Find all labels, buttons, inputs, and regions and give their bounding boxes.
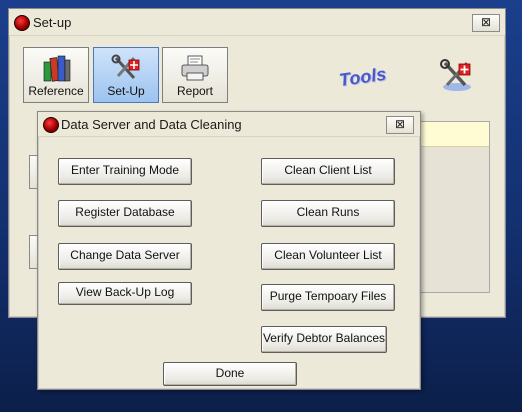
- setup-close-button[interactable]: ⊠: [472, 14, 500, 32]
- clean-volunteer-list-button[interactable]: Clean Volunteer List: [261, 243, 395, 270]
- tools-icon: [111, 54, 140, 80]
- dialog-logo-icon: [43, 117, 59, 133]
- clean-client-list-button[interactable]: Clean Client List: [261, 158, 395, 185]
- toolbar-report-button[interactable]: Report: [162, 47, 228, 103]
- toolbar-setup-label: Set-Up: [107, 84, 145, 98]
- done-button[interactable]: Done: [163, 362, 297, 386]
- enter-training-mode-button[interactable]: Enter Training Mode: [58, 158, 192, 185]
- books-icon: [43, 55, 71, 82]
- printer-icon: [181, 55, 209, 81]
- toolbar-setup-button[interactable]: Set-Up: [93, 47, 159, 103]
- verify-debtor-balances-button[interactable]: Verify Debtor Balances: [261, 326, 387, 353]
- setup-titlebar: Set-up ⊠: [9, 9, 505, 36]
- toolbar-reference-button[interactable]: Reference: [23, 47, 89, 103]
- clean-runs-button[interactable]: Clean Runs: [261, 200, 395, 227]
- data-cleaning-dialog: Data Server and Data Cleaning ⊠ Enter Tr…: [37, 111, 421, 390]
- app-logo-icon: [14, 15, 30, 31]
- purge-temporary-files-button[interactable]: Purge Tempoary Files: [261, 284, 395, 311]
- setup-window-title: Set-up: [33, 15, 72, 30]
- register-database-button[interactable]: Register Database: [58, 200, 192, 227]
- tools-logo-icon: [440, 59, 471, 91]
- toolbar-report-label: Report: [176, 84, 214, 98]
- dialog-title: Data Server and Data Cleaning: [61, 117, 242, 132]
- dialog-close-button[interactable]: ⊠: [386, 116, 414, 134]
- dialog-titlebar: Data Server and Data Cleaning ⊠: [38, 112, 420, 137]
- view-backup-log-button[interactable]: View Back-Up Log: [58, 282, 192, 305]
- toolbar-reference-label: Reference: [28, 84, 84, 98]
- change-data-server-button[interactable]: Change Data Server: [58, 243, 192, 270]
- tools-caption: Tools: [337, 63, 388, 91]
